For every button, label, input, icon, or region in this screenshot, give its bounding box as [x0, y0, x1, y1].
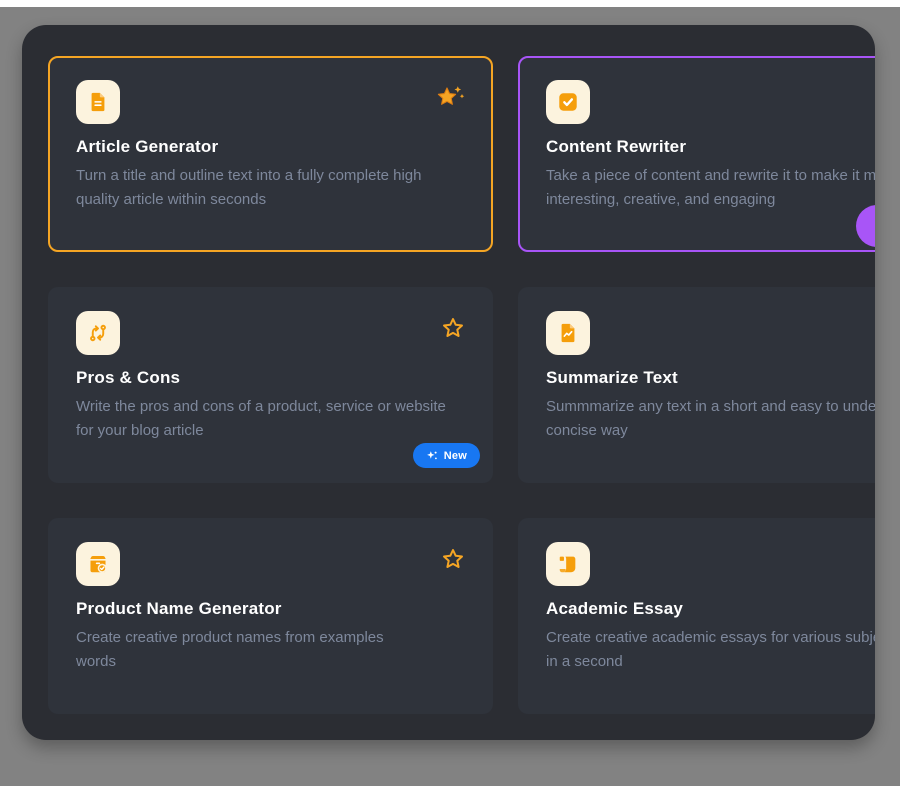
card-title: Article Generator: [76, 137, 465, 157]
package-check-icon: [76, 542, 120, 586]
card-title: Product Name Generator: [76, 599, 465, 619]
card-description: Summmarize any text in a short and easy …: [546, 395, 875, 443]
tools-panel: Article Generator Turn a title and outli…: [22, 25, 875, 740]
tool-card-summarize-text[interactable]: Summarize Text Summmarize any text in a …: [518, 287, 875, 483]
top-strip: [0, 0, 900, 7]
new-badge: New: [413, 443, 480, 468]
tool-card-pros-and-cons[interactable]: Pros & Cons Write the pros and cons of a…: [48, 287, 493, 483]
checkbox-icon: [546, 80, 590, 124]
tool-card-academic-essay[interactable]: Academic Essay Create creative academic …: [518, 518, 875, 714]
card-title: Academic Essay: [546, 599, 875, 619]
document-chart-icon: [546, 311, 590, 355]
card-description: Turn a title and outline text into a ful…: [76, 164, 465, 212]
favorite-star-outline-icon[interactable]: [441, 547, 465, 571]
sparkle-icon: [426, 450, 438, 462]
card-title: Content Rewriter: [546, 137, 875, 157]
tool-card-content-rewriter[interactable]: Content Rewriter Take a piece of content…: [518, 56, 875, 252]
card-description: Create creative product names from examp…: [76, 626, 421, 674]
card-description: Create creative academic essays for vari…: [546, 626, 875, 674]
document-icon: [76, 80, 120, 124]
card-title: Summarize Text: [546, 368, 875, 388]
tool-card-article-generator[interactable]: Article Generator Turn a title and outli…: [48, 56, 493, 252]
favorite-star-outline-icon[interactable]: [441, 316, 465, 340]
card-description: Write the pros and cons of a product, se…: [76, 395, 465, 443]
favorite-star-filled-icon[interactable]: [435, 85, 465, 112]
new-badge-label: New: [444, 450, 467, 462]
card-description: Take a piece of content and rewrite it t…: [546, 164, 875, 212]
tool-card-product-name-generator[interactable]: Product Name Generator Create creative p…: [48, 518, 493, 714]
tools-grid: Article Generator Turn a title and outli…: [48, 56, 875, 714]
swap-arrows-icon: [76, 311, 120, 355]
scroll-icon: [546, 542, 590, 586]
card-title: Pros & Cons: [76, 368, 465, 388]
